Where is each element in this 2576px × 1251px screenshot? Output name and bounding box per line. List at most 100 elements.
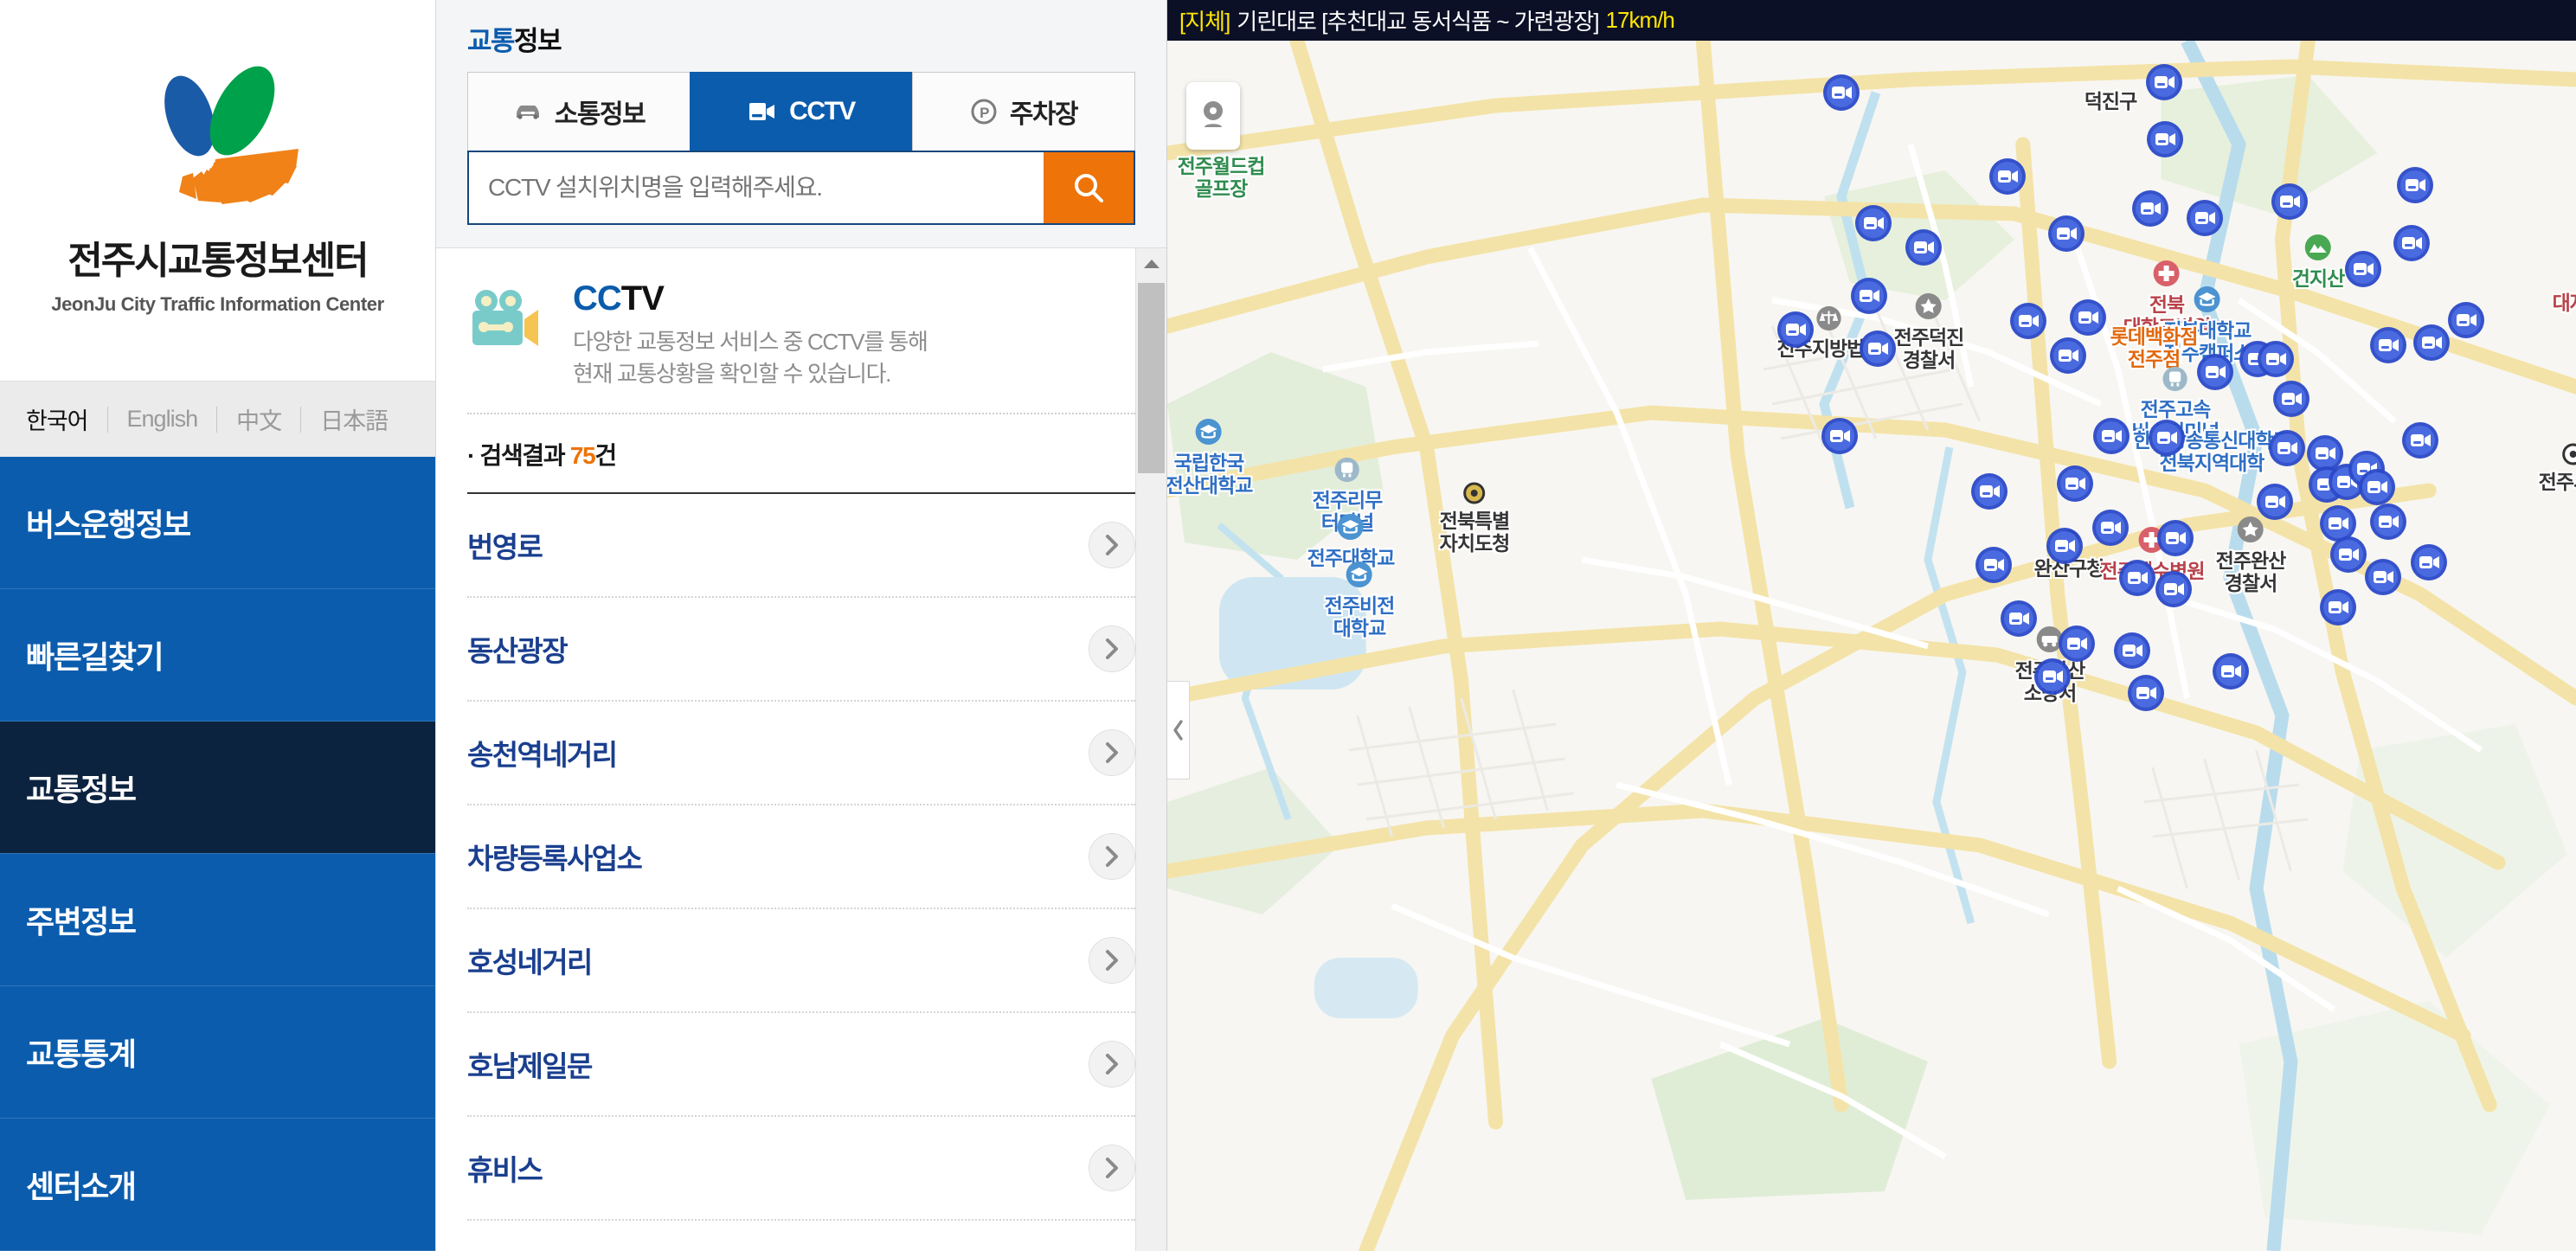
chevron-right-icon[interactable]	[1089, 625, 1135, 672]
cctv-marker[interactable]	[2211, 651, 2251, 691]
cctv-marker[interactable]	[2046, 214, 2086, 253]
cctv-marker[interactable]	[2400, 420, 2440, 460]
cctv-marker[interactable]	[2270, 182, 2309, 221]
panel-header: 교통정보 소통정보 CCTV P 주차장 CCTV 설치위치명을 입력해주세요.	[436, 0, 1166, 248]
cctv-marker[interactable]	[2145, 119, 2185, 159]
list-item[interactable]: 호남제일문	[467, 1013, 1135, 1117]
cctv-marker[interactable]	[1999, 599, 2039, 638]
video-camera-icon	[749, 103, 775, 120]
cctv-marker[interactable]	[2068, 298, 2108, 337]
cctv-marker[interactable]	[1820, 416, 1860, 456]
cctv-marker[interactable]	[2126, 673, 2166, 713]
cctv-marker[interactable]	[2091, 508, 2130, 548]
language-option-en[interactable]: English	[108, 406, 217, 433]
map-canvas[interactable]: 덕진구 중앙식물원 전주월드컵골프장 건지산 전주역 전북대학교병원 대자인병원…	[1167, 33, 2576, 1251]
brand-title-en: JeonJu City Traffic Information Center	[51, 292, 384, 315]
cctv-marker[interactable]	[1849, 276, 1889, 316]
cctv-marker[interactable]	[2271, 379, 2311, 419]
cctv-marker[interactable]	[2392, 223, 2431, 263]
map-area[interactable]: [지체] 기린대로 [추천대교 동서식품 ~ 가련광장] 17km/h 덕진구 …	[1167, 0, 2576, 1251]
chevron-right-icon[interactable]	[1089, 521, 1135, 568]
language-option-ja[interactable]: 日本語	[301, 402, 407, 436]
nav-item-bus-info[interactable]: 버스운행정보	[0, 457, 435, 589]
nav-item-traffic-stats[interactable]: 교통통계	[0, 986, 435, 1119]
cctv-marker[interactable]	[1858, 329, 1898, 369]
cctv-marker[interactable]	[1974, 545, 2014, 585]
list-item[interactable]: 차량등록사업소	[467, 805, 1135, 909]
chevron-right-icon[interactable]	[1089, 1144, 1135, 1191]
cctv-marker[interactable]	[2256, 339, 2296, 379]
cctv-marker[interactable]	[2395, 165, 2435, 205]
cctv-marker[interactable]	[2318, 587, 2358, 627]
cctv-intro-block: CCTV 다양한 교통정보 서비스 중 CCTV를 통해 현재 교통상황을 확인…	[467, 248, 1135, 413]
cctv-marker[interactable]	[2091, 416, 2131, 456]
language-option-ko[interactable]: 한국어	[7, 402, 107, 436]
chevron-right-icon[interactable]	[1089, 832, 1135, 880]
chevron-left-icon	[1172, 720, 1183, 741]
tab-cctv[interactable]: CCTV	[690, 72, 912, 151]
list-item[interactable]: 송천역네거리	[467, 702, 1135, 805]
tab-parking[interactable]: P 주차장	[912, 72, 1135, 151]
cctv-marker[interactable]	[1988, 157, 2027, 196]
jeonju-logo-icon	[164, 66, 299, 204]
alert-speed: 17km/h	[1605, 7, 1675, 33]
list-item[interactable]: 동산광장	[467, 598, 1135, 702]
svg-text:P: P	[980, 105, 989, 121]
list-item[interactable]: 휴비스	[467, 1117, 1135, 1221]
cctv-marker[interactable]	[2409, 542, 2449, 582]
list-item[interactable]: 호성네거리	[467, 909, 1135, 1013]
cctv-marker[interactable]	[2368, 502, 2408, 542]
cctv-marker[interactable]	[1776, 310, 1815, 350]
parking-icon: P	[971, 99, 997, 125]
cctv-marker[interactable]	[2255, 482, 2295, 522]
cctv-marker[interactable]	[2155, 518, 2195, 558]
cctv-location-label: 차량등록사업소	[467, 842, 643, 875]
chevron-right-icon[interactable]	[1089, 936, 1135, 984]
cctv-marker[interactable]	[1853, 203, 1893, 243]
cctv-marker[interactable]	[2045, 526, 2085, 566]
cctv-marker[interactable]	[2154, 569, 2194, 609]
cctv-marker[interactable]	[2363, 557, 2403, 597]
nav-item-about-center[interactable]: 센터소개	[0, 1119, 435, 1251]
cctv-marker[interactable]	[2267, 428, 2307, 468]
panel-tabs: 소통정보 CCTV P 주차장	[467, 72, 1135, 151]
tab-traffic-flow[interactable]: 소통정보	[467, 72, 690, 151]
cctv-marker[interactable]	[2117, 558, 2157, 598]
panel-title: 교통정보	[467, 19, 1135, 58]
chevron-right-icon[interactable]	[1089, 728, 1135, 776]
nav-item-route-finder[interactable]: 빠른길찾기	[0, 589, 435, 722]
scroll-up-icon[interactable]	[1136, 248, 1166, 279]
cctv-marker[interactable]	[2185, 198, 2225, 238]
cctv-marker[interactable]	[2343, 249, 2383, 289]
cctv-marker[interactable]	[2112, 631, 2152, 670]
cctv-marker[interactable]	[2412, 323, 2451, 362]
cctv-marker[interactable]	[2195, 352, 2235, 392]
cctv-marker[interactable]	[1821, 73, 1861, 112]
result-suffix: 건	[594, 441, 617, 469]
brand-logo-block[interactable]: 전주시교통정보센터 JeonJu City Traffic Informatio…	[0, 0, 435, 381]
cctv-search-button[interactable]	[1044, 152, 1134, 223]
cctv-marker[interactable]	[1904, 228, 1943, 267]
chevron-right-icon[interactable]	[1089, 1040, 1135, 1087]
nav-item-traffic-info[interactable]: 교통정보	[0, 722, 435, 854]
map-panel-collapse-button[interactable]	[1167, 681, 1190, 779]
cctv-marker[interactable]	[2368, 325, 2408, 365]
map-locate-button[interactable]	[1186, 82, 1240, 150]
panel-scroll-content: CCTV 다양한 교통정보 서비스 중 CCTV를 통해 현재 교통상황을 확인…	[436, 248, 1166, 1221]
cctv-marker[interactable]	[2033, 657, 2072, 696]
cctv-marker[interactable]	[2147, 418, 2187, 458]
list-item[interactable]: 번영로	[467, 494, 1135, 598]
cctv-marker[interactable]	[2130, 189, 2170, 228]
cctv-marker[interactable]	[2048, 336, 2088, 375]
cctv-marker[interactable]	[2055, 464, 2095, 504]
scrollbar-thumb[interactable]	[1138, 283, 1165, 473]
panel-scrollbar[interactable]	[1135, 248, 1166, 1251]
cctv-marker[interactable]	[2446, 300, 2486, 340]
cctv-search-input[interactable]	[469, 152, 1044, 223]
cctv-location-label: 동산광장	[467, 634, 569, 667]
language-option-zh[interactable]: 中文	[217, 402, 300, 436]
cctv-marker[interactable]	[1969, 472, 2009, 511]
cctv-marker[interactable]	[2144, 62, 2184, 102]
nav-item-nearby-info[interactable]: 주변정보	[0, 854, 435, 986]
cctv-marker[interactable]	[2008, 301, 2048, 341]
